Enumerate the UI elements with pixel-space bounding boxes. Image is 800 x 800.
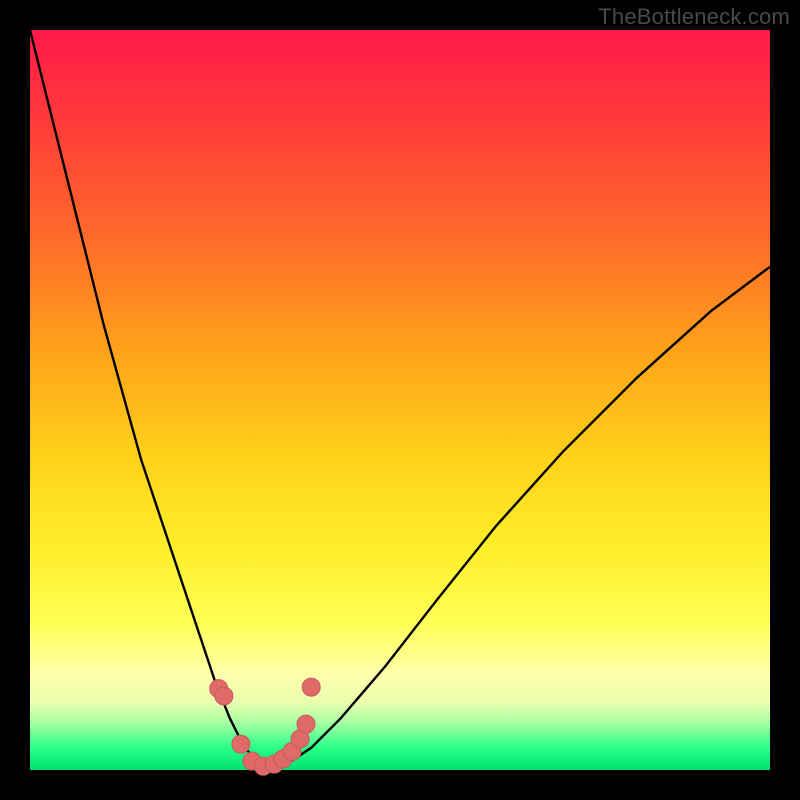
marker-group <box>210 678 321 775</box>
plot-area <box>30 30 770 770</box>
chart-frame: TheBottleneck.com <box>0 0 800 800</box>
bottleneck-curve <box>30 30 770 770</box>
curve-layer <box>30 30 770 770</box>
data-point <box>302 678 320 696</box>
data-point <box>297 715 315 733</box>
data-point <box>232 735 250 753</box>
watermark-text: TheBottleneck.com <box>598 4 790 30</box>
data-point <box>215 687 233 705</box>
